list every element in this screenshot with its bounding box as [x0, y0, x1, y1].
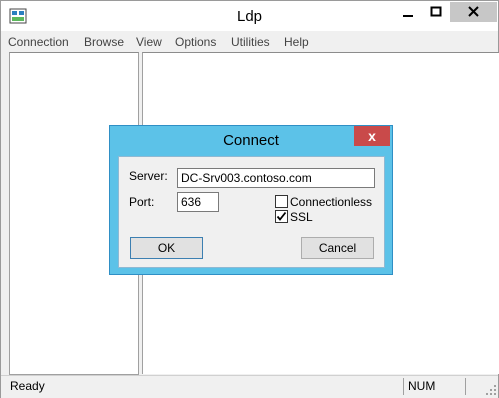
title-bar[interactable]: Ldp [1, 1, 498, 31]
dialog-close-button[interactable]: x [354, 126, 390, 146]
minimize-icon [403, 15, 413, 17]
minimize-button[interactable] [394, 2, 422, 22]
resize-grip-icon[interactable] [485, 384, 497, 396]
status-text: Ready [10, 379, 45, 393]
menu-utilities[interactable]: Utilities [231, 35, 270, 49]
cancel-button[interactable]: Cancel [301, 237, 374, 259]
menu-options[interactable]: Options [175, 35, 216, 49]
close-button[interactable] [450, 2, 497, 22]
close-icon: x [368, 128, 376, 144]
menu-connection[interactable]: Connection [8, 35, 69, 49]
menu-bar: Connection Browse View Options Utilities… [1, 31, 498, 52]
close-icon [468, 6, 479, 17]
dialog-body: Server: Port: Connectionless SSL OK Canc… [118, 156, 385, 268]
status-cell [465, 378, 486, 395]
ssl-label: SSL [290, 210, 313, 224]
server-label: Server: [129, 169, 168, 183]
ok-button[interactable]: OK [130, 237, 203, 259]
menu-view[interactable]: View [136, 35, 162, 49]
status-bar: Ready NUM [1, 375, 498, 398]
menu-help[interactable]: Help [284, 35, 309, 49]
connectionless-label: Connectionless [290, 195, 373, 209]
check-icon [276, 211, 287, 221]
connectionless-checkbox[interactable] [275, 195, 288, 208]
ssl-checkbox[interactable] [275, 210, 288, 223]
maximize-button[interactable] [422, 2, 450, 22]
connect-dialog: Connect x Server: Port: Connectionless S… [109, 125, 393, 275]
server-input[interactable] [177, 168, 375, 188]
status-num: NUM [408, 379, 436, 393]
menu-browse[interactable]: Browse [84, 35, 124, 49]
port-label: Port: [129, 195, 155, 209]
port-input[interactable] [177, 192, 219, 212]
maximize-icon [430, 6, 442, 17]
dialog-title: Connect [223, 132, 279, 149]
